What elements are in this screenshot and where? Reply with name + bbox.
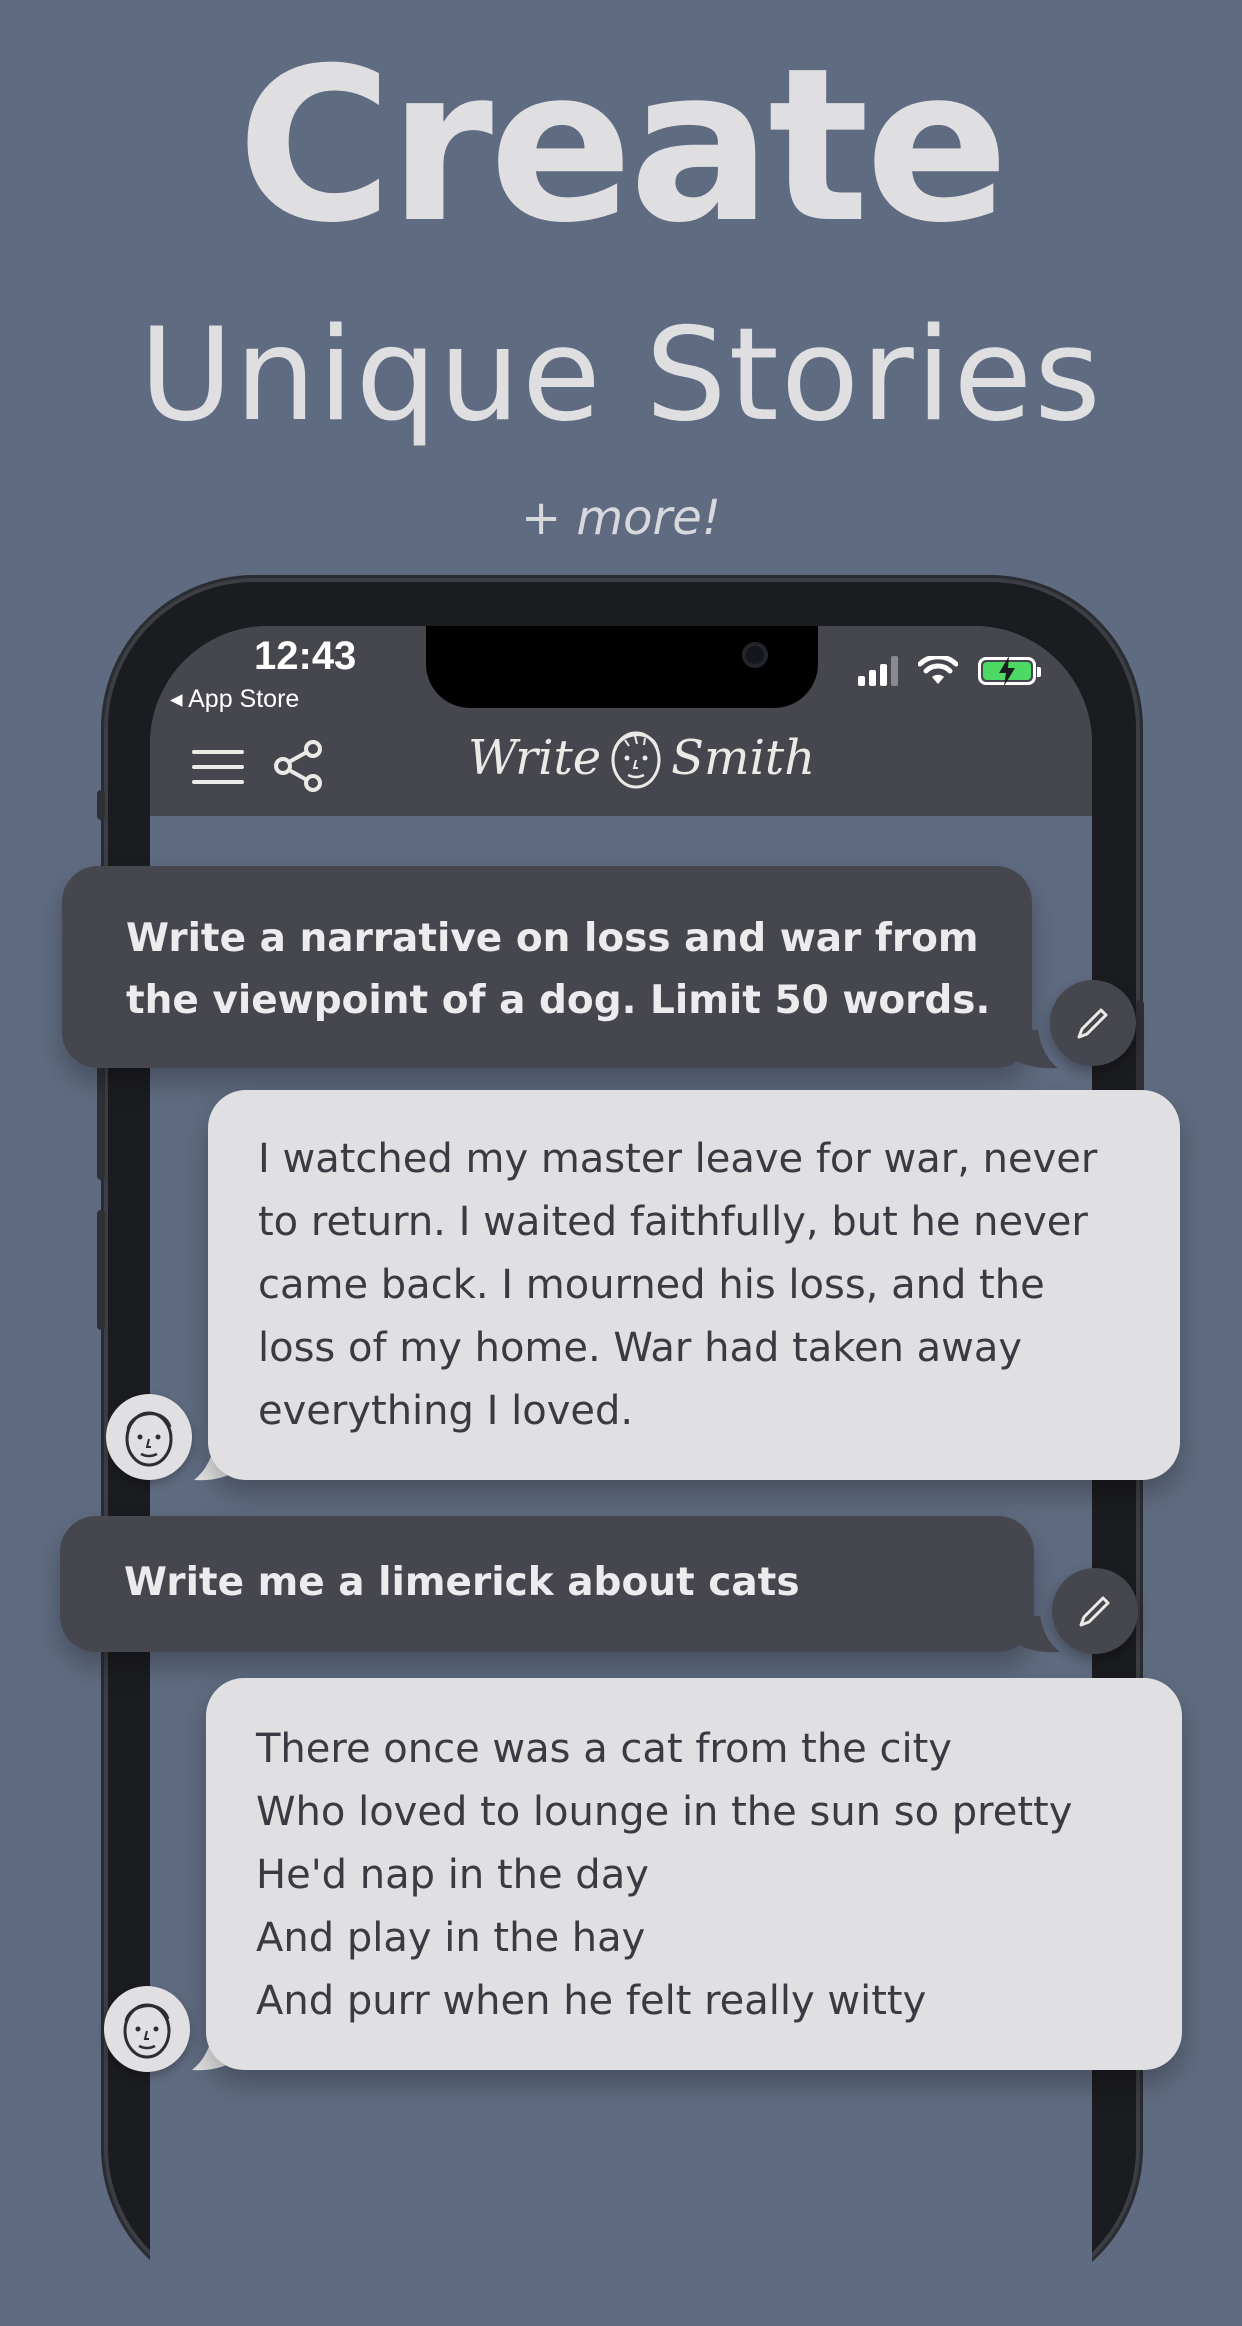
message-line: loss of my home. War had taken away [258, 1325, 1023, 1371]
phone-mute-switch [97, 790, 105, 820]
message-line: Write me a limerick about cats [124, 1560, 800, 1605]
headline-title: Create [236, 22, 1009, 269]
face-icon [125, 1411, 173, 1467]
message-line: And play in the hay [256, 1915, 646, 1961]
user-message-bubble[interactable]: Write a narrative on loss and war from t… [62, 866, 1032, 1068]
battery-icon [978, 656, 1041, 686]
message-line: everything I loved. [258, 1388, 634, 1434]
message-line: Who loved to lounge in the sun so pretty [256, 1789, 1073, 1835]
edit-prompt-button[interactable] [1052, 1568, 1138, 1654]
phone-volume-down [97, 1210, 105, 1330]
logo-text-write: Write [468, 730, 602, 786]
assistant-avatar [106, 1394, 192, 1480]
app-header: 12:43 ◂ App Store Write Smith [150, 626, 1092, 816]
signal-icon [858, 656, 898, 686]
share-icon[interactable] [272, 740, 324, 792]
message-line: Write a narrative on loss and war from [126, 916, 979, 961]
edit-prompt-button[interactable] [1050, 980, 1136, 1066]
message-line: the viewpoint of a dog. Limit 50 words. [126, 978, 991, 1023]
notch [426, 626, 818, 708]
headline-subtitle: Unique Stories [139, 301, 1103, 450]
message-line: to return. I waited faithfully, but he n… [258, 1199, 1088, 1245]
pencil-icon [1079, 1596, 1110, 1627]
wifi-icon [918, 656, 958, 684]
user-bubble-tail [1008, 1030, 1058, 1069]
message-line: There once was a cat from the city [256, 1726, 952, 1772]
assistant-avatar [104, 1986, 190, 2072]
headline-tagline: + more! [520, 490, 722, 546]
logo-text-smith: Smith [671, 730, 816, 786]
status-icons [858, 656, 1041, 686]
message-line: I watched my master leave for war, never [258, 1136, 1098, 1182]
app-logo: Write Smith [468, 726, 815, 790]
phone-volume-up [97, 1060, 105, 1180]
smith-face-icon [611, 731, 661, 789]
assistant-message-bubble: There once was a cat from the city Who l… [206, 1678, 1182, 2070]
charging-bolt-icon [999, 656, 1015, 686]
face-icon [123, 2003, 171, 2059]
back-to-app-store-link[interactable]: ◂ App Store [170, 684, 299, 714]
camera-icon [742, 642, 768, 668]
user-message-bubble[interactable]: Write me a limerick about cats [60, 1516, 1034, 1652]
message-line: He'd nap in the day [256, 1852, 649, 1898]
pencil-icon [1077, 1008, 1108, 1039]
message-line: And purr when he felt really witty [256, 1978, 927, 2024]
assistant-message-bubble: I watched my master leave for war, never… [208, 1090, 1180, 1480]
status-time: 12:43 [254, 634, 357, 678]
message-line: came back. I mourned his loss, and the [258, 1262, 1045, 1308]
menu-icon[interactable] [192, 748, 244, 786]
